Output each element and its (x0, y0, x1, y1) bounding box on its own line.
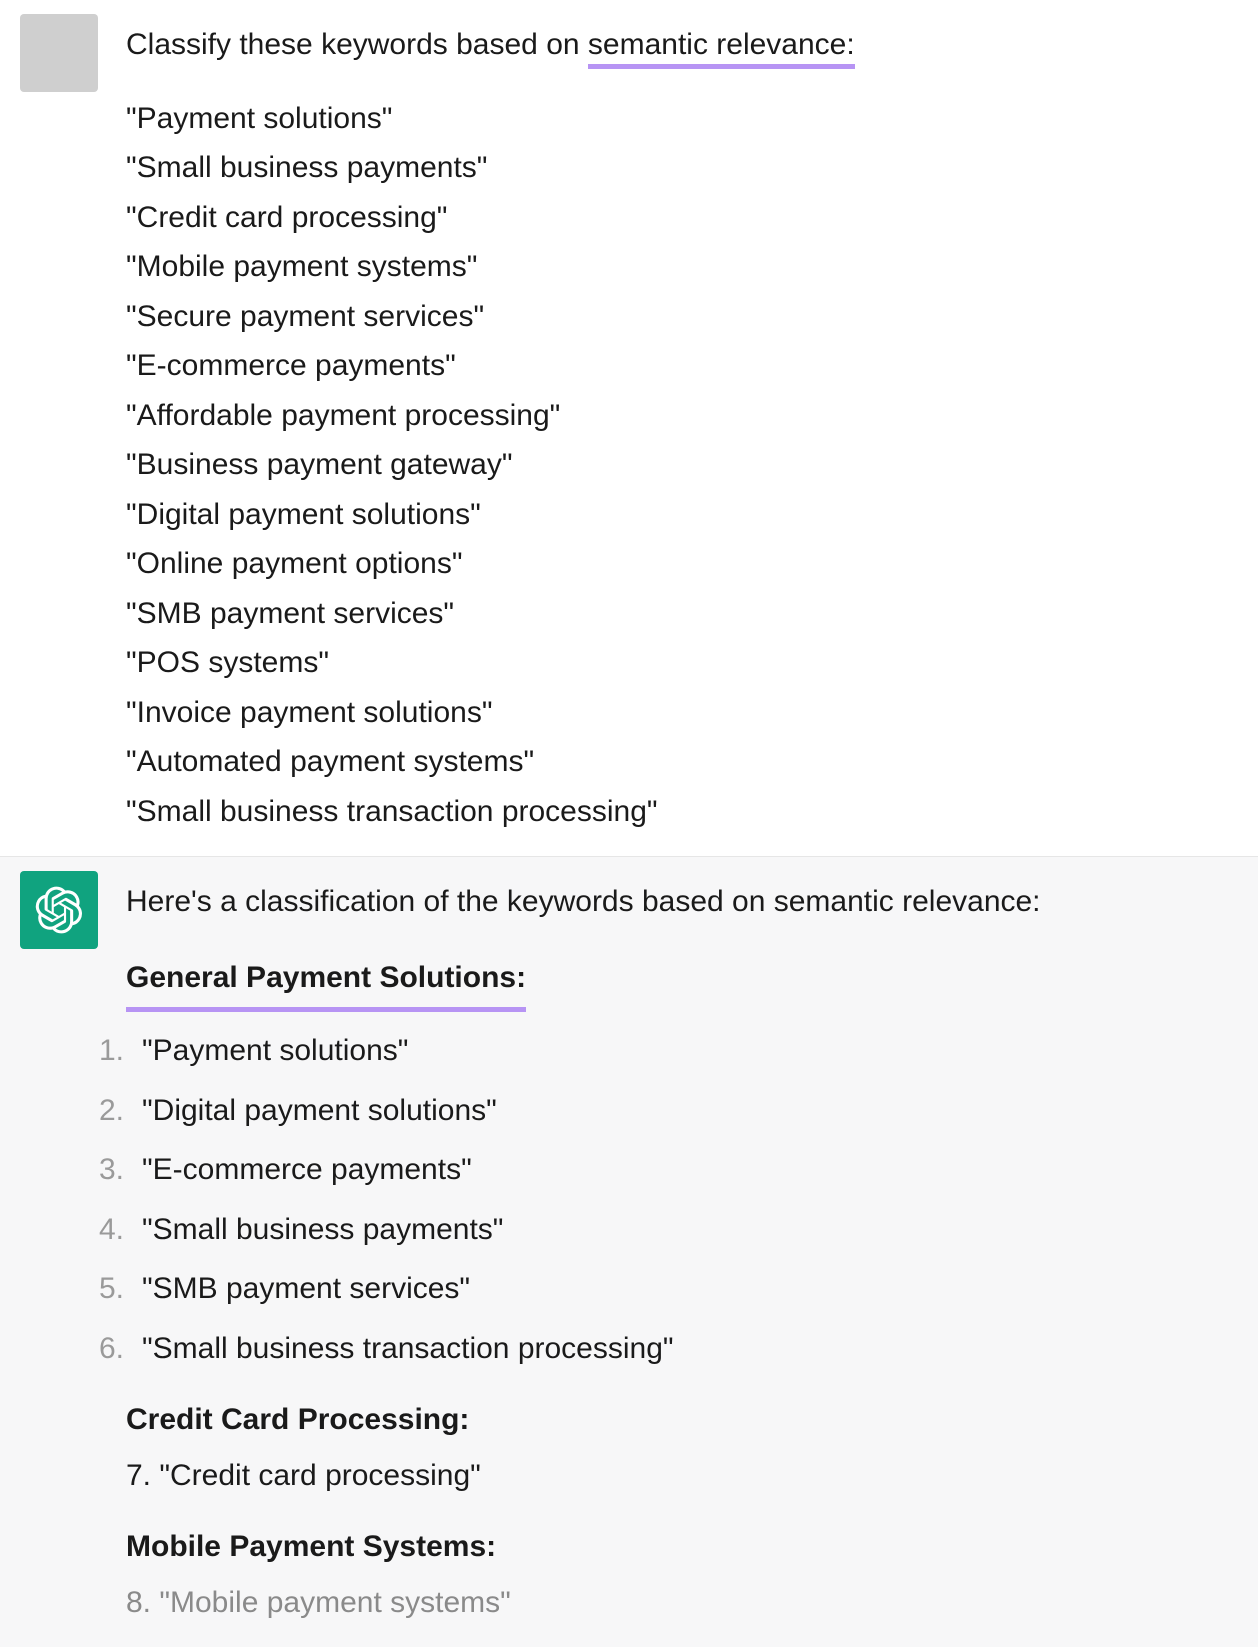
list-item: 5."SMB payment services" (126, 1264, 1238, 1314)
keyword-item: "Mobile payment systems" (126, 242, 1238, 292)
item-number: 6. (88, 1324, 124, 1374)
item-number: 8. (126, 1586, 159, 1619)
category-heading-3: Mobile Payment Systems: (126, 1522, 1238, 1572)
list-item: 4."Small business payments" (126, 1205, 1238, 1255)
list-item: 2."Digital payment solutions" (126, 1086, 1238, 1136)
keyword-item: "E-commerce payments" (126, 341, 1238, 391)
item-text: "Digital payment solutions" (142, 1086, 497, 1136)
prompt-highlight: semantic relevance: (588, 28, 855, 69)
keyword-item: "Payment solutions" (126, 94, 1238, 144)
category-heading-1: General Payment Solutions: (126, 953, 526, 1013)
item-text: "Small business payments" (142, 1205, 503, 1255)
category-3: Mobile Payment Systems: 8. "Mobile payme… (126, 1522, 1238, 1627)
keyword-item: "Affordable payment processing" (126, 391, 1238, 441)
assistant-message-content: Here's a classification of the keywords … (126, 871, 1238, 1627)
item-number: 5. (88, 1264, 124, 1314)
assistant-intro: Here's a classification of the keywords … (126, 877, 1238, 927)
item-text: "Payment solutions" (142, 1026, 408, 1076)
keyword-item: "Business payment gateway" (126, 440, 1238, 490)
list-item: 8. "Mobile payment systems" (126, 1578, 1238, 1628)
item-text: "SMB payment services" (142, 1264, 470, 1314)
user-keyword-list: "Payment solutions" "Small business paym… (126, 94, 1238, 837)
item-text: "Mobile payment systems" (159, 1586, 510, 1619)
keyword-item: "Small business payments" (126, 143, 1238, 193)
user-message-content: Classify these keywords based on semanti… (126, 14, 1238, 836)
keyword-item: "Secure payment services" (126, 292, 1238, 342)
keyword-item: "SMB payment services" (126, 589, 1238, 639)
assistant-avatar (20, 871, 98, 949)
item-number: 2. (88, 1086, 124, 1136)
item-text: "Small business transaction processing" (142, 1324, 674, 1374)
numbered-list-1: 1."Payment solutions" 2."Digital payment… (126, 1026, 1238, 1373)
category-heading-2: Credit Card Processing: (126, 1395, 1238, 1445)
list-item: 7. "Credit card processing" (126, 1451, 1238, 1501)
keyword-item: "Small business transaction processing" (126, 787, 1238, 837)
list-item: 3."E-commerce payments" (126, 1145, 1238, 1195)
category-2: Credit Card Processing: 7. "Credit card … (126, 1395, 1238, 1500)
keyword-item: "POS systems" (126, 638, 1238, 688)
list-item: 1."Payment solutions" (126, 1026, 1238, 1076)
item-number: 1. (88, 1026, 124, 1076)
keyword-item: "Online payment options" (126, 539, 1238, 589)
list-item: 6."Small business transaction processing… (126, 1324, 1238, 1374)
keyword-item: "Automated payment systems" (126, 737, 1238, 787)
item-number: 3. (88, 1145, 124, 1195)
user-prompt: Classify these keywords based on semanti… (126, 20, 1238, 70)
keyword-item: "Invoice payment solutions" (126, 688, 1238, 738)
item-text: "E-commerce payments" (142, 1145, 472, 1195)
keyword-item: "Digital payment solutions" (126, 490, 1238, 540)
item-number: 7. (126, 1459, 159, 1492)
prompt-prefix: Classify these keywords based on (126, 28, 588, 61)
assistant-message-row: Here's a classification of the keywords … (0, 857, 1258, 1647)
keyword-item: "Credit card processing" (126, 193, 1238, 243)
user-avatar (20, 14, 98, 92)
category-1: General Payment Solutions: 1."Payment so… (126, 953, 1238, 1374)
item-text: "Credit card processing" (159, 1459, 480, 1492)
user-message-row: Classify these keywords based on semanti… (0, 0, 1258, 857)
openai-logo-icon (35, 886, 83, 934)
item-number: 4. (88, 1205, 124, 1255)
